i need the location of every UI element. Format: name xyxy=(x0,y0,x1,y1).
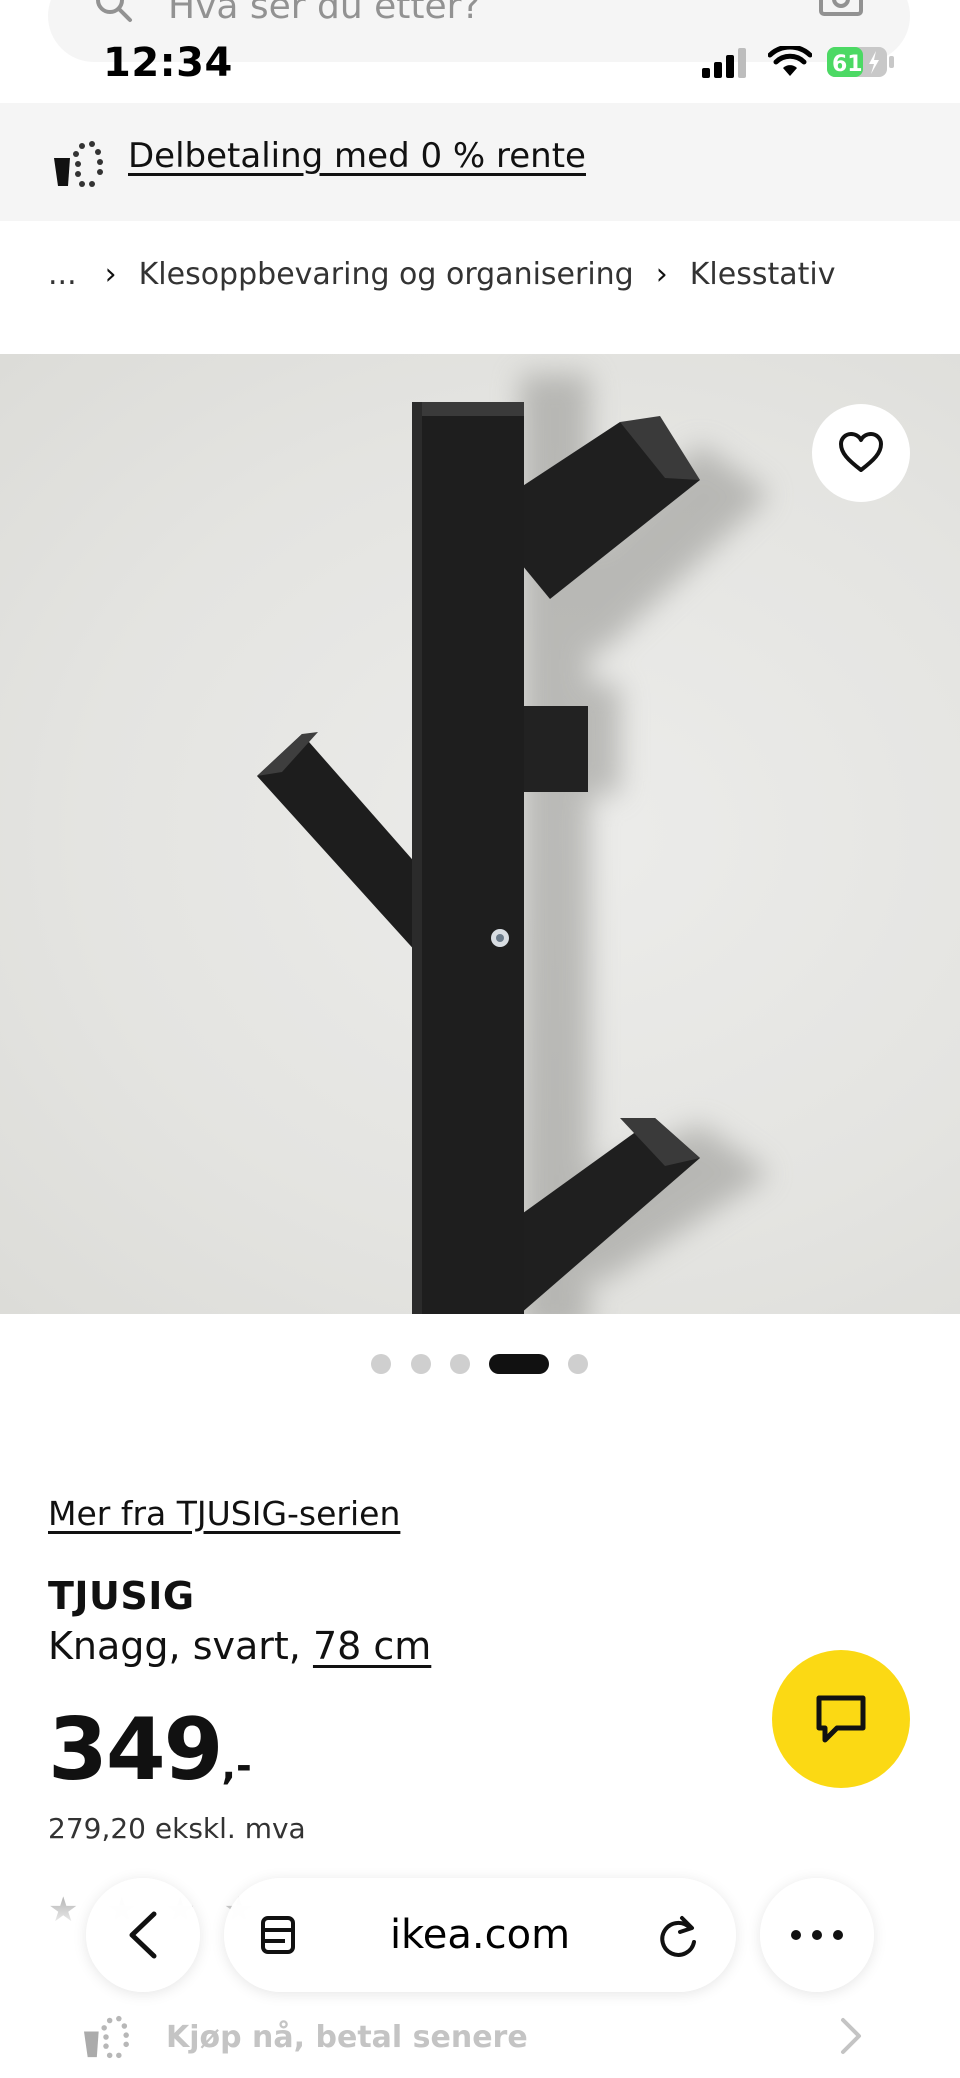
chevron-left-icon xyxy=(129,1911,157,1959)
breadcrumb-item-klesstativ[interactable]: Klesstativ xyxy=(690,257,836,292)
more-options-button[interactable] xyxy=(760,1878,874,1992)
favorite-button[interactable] xyxy=(812,404,910,502)
size-link[interactable]: 78 cm xyxy=(313,1624,431,1668)
product-name: TJUSIG xyxy=(48,1574,195,1618)
search-placeholder: Hva ser du etter? xyxy=(168,0,481,27)
product-image[interactable] xyxy=(0,354,960,1314)
product-photo xyxy=(257,374,770,1314)
ellipsis-icon xyxy=(791,1930,843,1940)
wifi-icon xyxy=(768,46,812,76)
breadcrumb-item-klesoppbevaring[interactable]: Klesoppbevaring og organisering xyxy=(139,257,634,292)
buy-now-pay-later-row[interactable]: Kjøp nå, betal senere xyxy=(80,2014,880,2060)
installment-payment-icon xyxy=(54,141,103,187)
chat-button[interactable] xyxy=(772,1650,910,1788)
browser-back-button[interactable] xyxy=(86,1878,200,1992)
breadcrumb-ellipsis[interactable]: ... xyxy=(48,257,77,292)
price-value: 349 xyxy=(48,1700,224,1800)
battery-icon: 61 xyxy=(827,47,894,77)
series-link[interactable]: Mer fra TJUSIG-serien xyxy=(48,1494,400,1533)
carousel-dot-2[interactable] xyxy=(411,1354,431,1374)
bnpl-label: Kjøp nå, betal senere xyxy=(166,2019,528,2055)
promo-link[interactable]: Delbetaling med 0 % rente xyxy=(128,136,586,176)
carousel-dot-3[interactable] xyxy=(450,1354,470,1374)
chevron-right-icon: › xyxy=(104,256,117,292)
chevron-right-icon xyxy=(841,2018,861,2054)
carousel-dot-5[interactable] xyxy=(568,1354,588,1374)
installment-payment-icon xyxy=(84,2015,129,2059)
product-description-text: Knagg, svart, xyxy=(48,1624,313,1668)
battery-indicator: 61 xyxy=(826,46,896,78)
carousel-dot-1[interactable] xyxy=(371,1354,391,1374)
url-text[interactable]: ikea.com xyxy=(360,1912,600,1958)
product-price: 349,- xyxy=(48,1700,252,1800)
tabs-overview-icon[interactable] xyxy=(258,1914,302,1958)
camera-icon[interactable] xyxy=(818,0,864,24)
chevron-right-icon: › xyxy=(655,256,668,292)
price-suffix: ,- xyxy=(221,1744,252,1788)
status-time: 12:34 xyxy=(103,40,233,86)
cellular-signal-icon xyxy=(702,48,746,78)
carousel-dot-4-active[interactable] xyxy=(489,1354,549,1374)
chat-icon xyxy=(816,1695,866,1743)
price-excl-vat: 279,20 ekskl. mva xyxy=(48,1812,306,1845)
reload-icon[interactable] xyxy=(656,1912,700,1960)
search-icon xyxy=(96,0,132,22)
product-description: Knagg, svart, 78 cm xyxy=(48,1624,431,1668)
battery-level: 61 xyxy=(832,52,863,77)
heart-icon xyxy=(839,432,883,472)
breadcrumb: ... › Klesoppbevaring og organisering › … xyxy=(48,254,835,294)
